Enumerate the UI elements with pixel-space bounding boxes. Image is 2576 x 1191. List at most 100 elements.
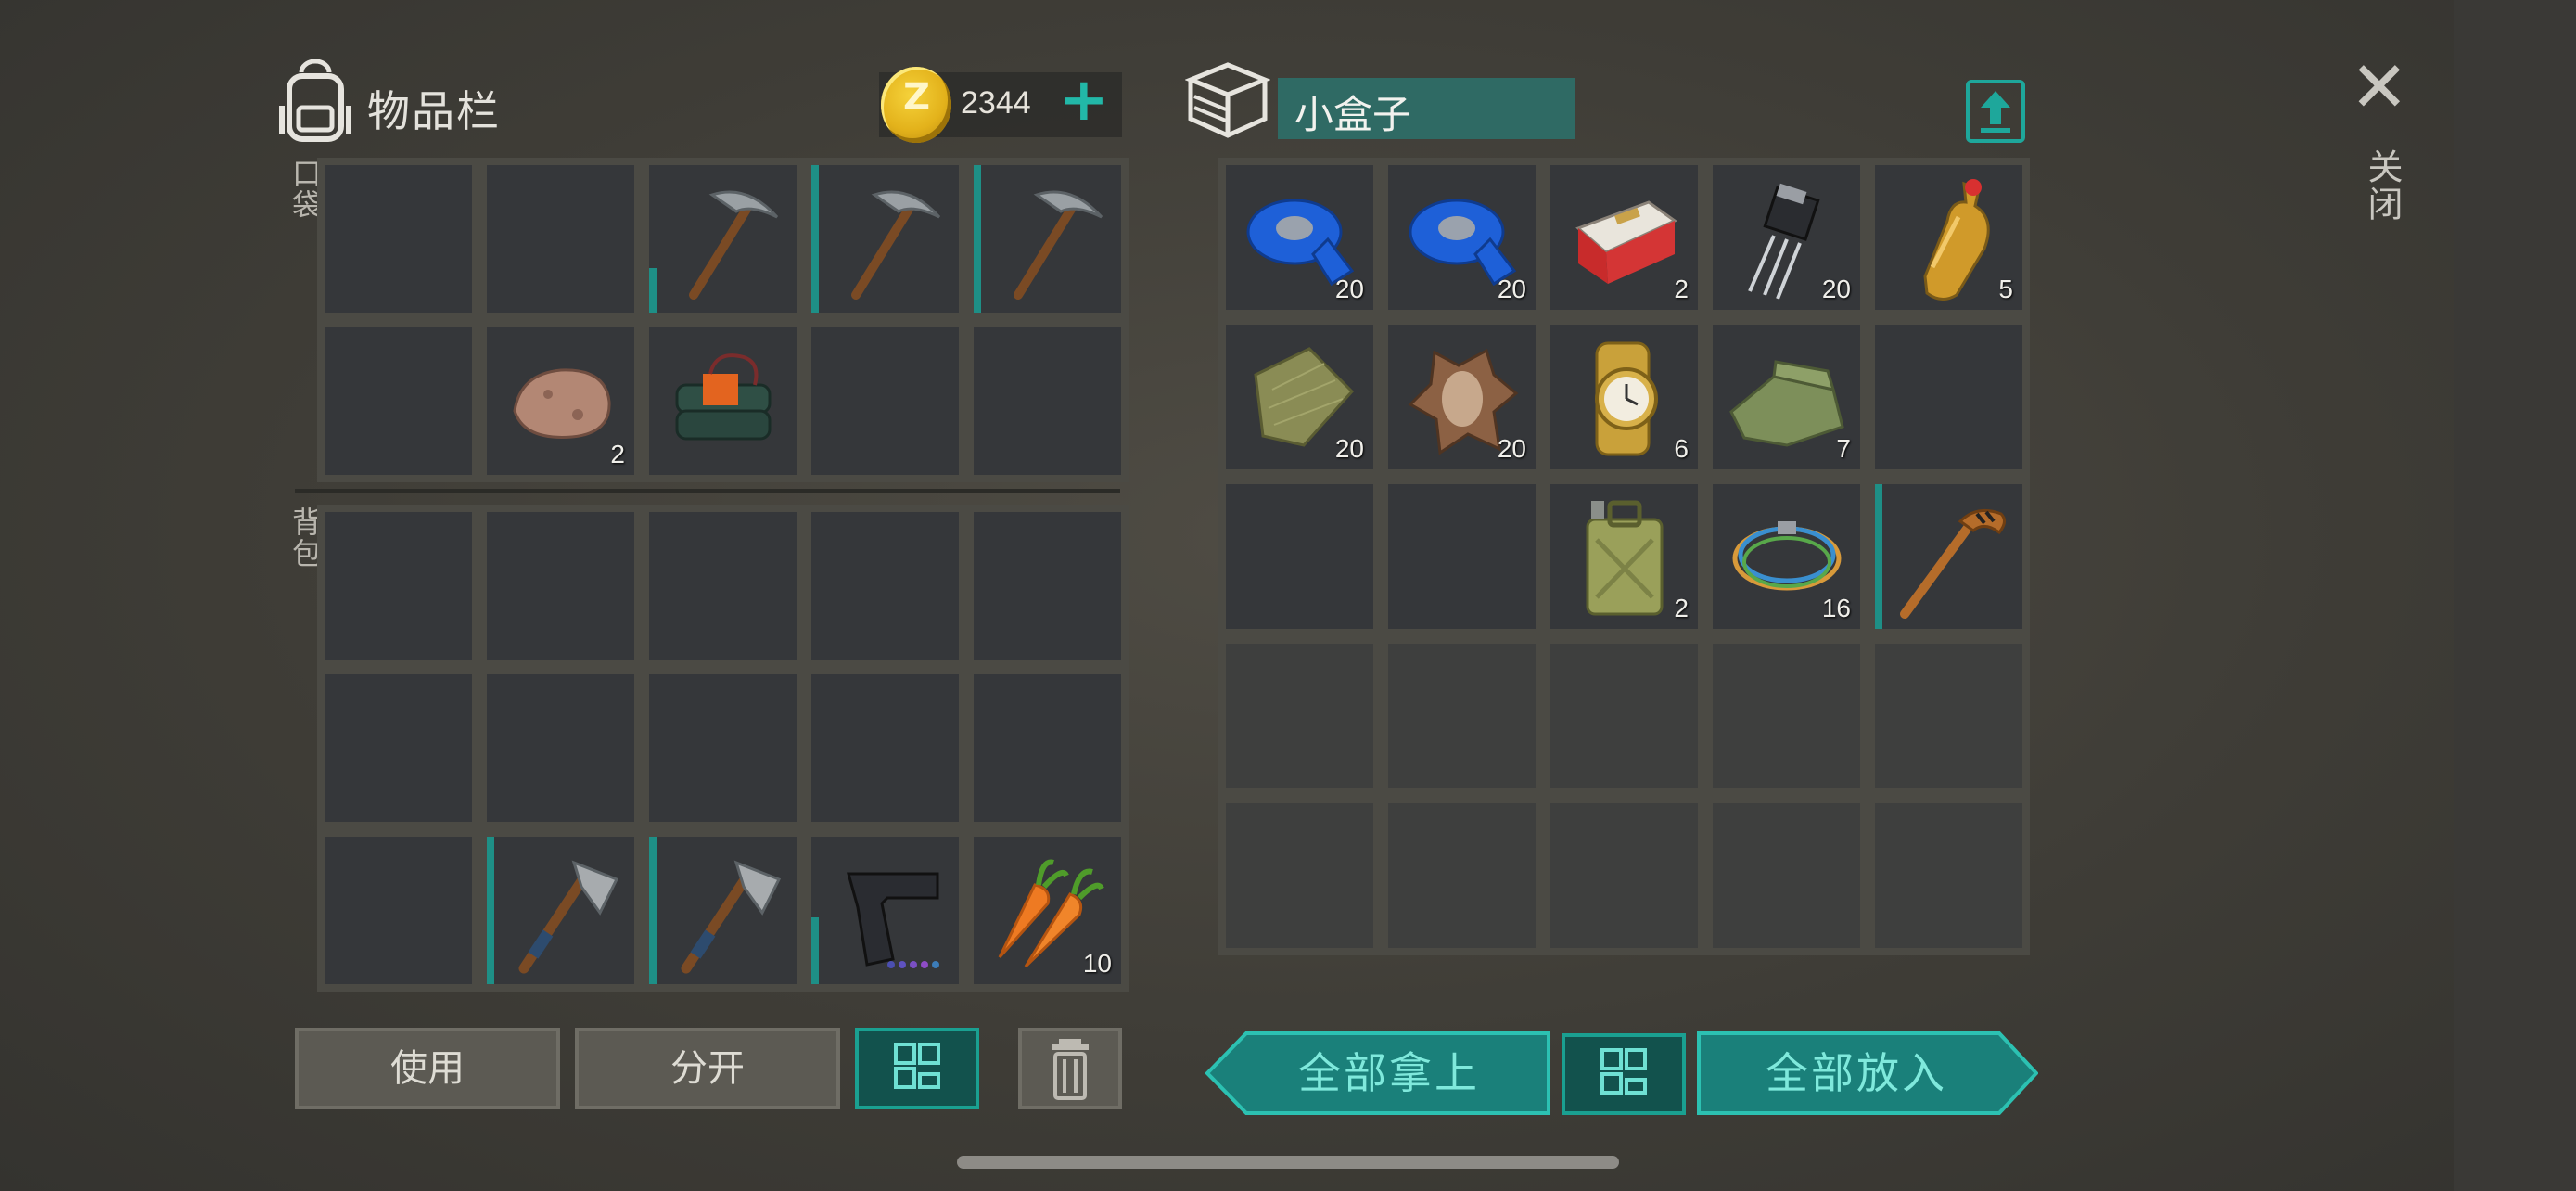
backpack-slot[interactable] [317,505,479,667]
container-slot[interactable] [1543,636,1705,796]
container-slot[interactable] [1381,796,1543,955]
pickaxe-icon [689,190,779,300]
durability-bar [1875,484,1882,629]
sort-icon [1600,1048,1647,1095]
take-all-button[interactable]: 全部拿上 [1205,1031,1550,1115]
trash-icon [1052,1039,1089,1100]
section-divider [295,489,1120,493]
durability-bar [649,268,657,313]
pocket-slot[interactable] [804,320,966,482]
coin-count: 2344 [961,85,1031,121]
container-slot[interactable]: 20 [1218,158,1381,317]
durability-bar [811,917,819,984]
close-icon[interactable]: ✕ [2350,52,2409,122]
pocket-slot[interactable] [642,158,804,320]
backpack-slot[interactable]: 10 [966,829,1129,992]
backpack-slot[interactable] [966,667,1129,829]
inventory-title: 物品栏 [367,86,501,136]
sort-inventory-button[interactable] [855,1028,979,1109]
backpack-slot[interactable] [804,829,966,992]
split-button[interactable]: 分开 [575,1028,840,1109]
container-slot[interactable] [1868,796,2030,955]
item-count: 2 [1674,275,1689,303]
pocket-slot[interactable] [966,320,1129,482]
durability-bar [487,837,494,984]
item-count: 2 [610,440,625,468]
backpack-slot[interactable] [642,667,804,829]
pickaxe-icon [1014,190,1103,300]
container-slot[interactable]: 20 [1218,317,1381,477]
pocket-slot[interactable] [642,320,804,482]
c4-explosive-icon [675,353,772,441]
home-indicator[interactable] [957,1156,1619,1169]
container-slot[interactable] [1543,796,1705,955]
container-slot[interactable] [1218,477,1381,636]
container-slot[interactable]: 20 [1381,158,1543,317]
use-button[interactable]: 使用 [295,1028,560,1109]
backpack-slot[interactable] [479,505,642,667]
item-count: 20 [1334,434,1364,463]
pocket-slot[interactable] [479,158,642,320]
container-slot[interactable] [1868,636,2030,796]
pocket-slot[interactable] [966,158,1129,320]
pocket-slot[interactable] [804,158,966,320]
container-slot[interactable] [1705,636,1868,796]
container-slot[interactable] [1868,477,2030,636]
box-icon [1185,62,1270,138]
container-slot[interactable]: 7 [1705,317,1868,477]
stone-icon [513,368,611,439]
trash-button[interactable] [1018,1028,1122,1109]
container-slot[interactable] [1218,636,1381,796]
item-count: 20 [1497,275,1526,303]
container-slot[interactable] [1218,796,1381,955]
take-all-label: 全部拿上 [1298,1048,1480,1098]
container-slot[interactable]: 5 [1868,158,2030,317]
fabric-icon [1729,360,1844,447]
container-slot[interactable]: 2 [1543,477,1705,636]
backpack-slot[interactable] [804,667,966,829]
container-slot[interactable]: 2 [1543,158,1705,317]
item-count: 20 [1334,275,1364,303]
backpack-slot[interactable] [804,505,966,667]
container-slot[interactable] [1868,317,2030,477]
add-coins-button[interactable]: + [1059,70,1109,130]
upload-button[interactable] [1966,80,2025,143]
pocket-slot[interactable]: 2 [479,320,642,482]
sort-container-button[interactable] [1562,1033,1686,1115]
container-slot[interactable]: 16 [1705,477,1868,636]
close-label[interactable]: 关闭 [2357,148,2408,223]
container-slot[interactable]: 20 [1381,317,1543,477]
backpack-grid: 10 [317,505,1129,992]
container-grid: 20 20 2 20 5 20 20 6 7 2 16 [1218,158,2030,983]
container-slot[interactable]: 20 [1705,158,1868,317]
item-count: 20 [1821,275,1851,303]
pickaxe-icon [851,190,941,300]
backpack-slot[interactable] [317,667,479,829]
gold-watch-icon [1595,341,1658,456]
pocket-slot[interactable] [317,320,479,482]
container-slot[interactable] [1381,636,1543,796]
backpack-slot[interactable] [642,505,804,667]
backpack-slot[interactable] [642,829,804,992]
item-count: 2 [1674,594,1689,622]
item-count: 7 [1836,434,1851,463]
backpack-slot[interactable] [966,505,1129,667]
container-slot[interactable] [1381,477,1543,636]
durability-bar [811,165,819,313]
container-slot[interactable] [1705,796,1868,955]
durability-bar [974,165,981,313]
hatchet-icon [518,860,619,974]
jerry-can-icon [1586,500,1664,616]
soda-bottle-icon [1923,179,1990,301]
hockey-stick-icon [1900,508,2006,619]
backpack-slot[interactable] [479,667,642,829]
hatchet-icon [681,860,782,974]
cigarette-pack-icon [1575,200,1677,284]
side-panel [2454,0,2576,1191]
backpack-slot[interactable] [479,829,642,992]
item-count: 10 [1082,949,1112,978]
pocket-slot[interactable] [317,158,479,320]
container-slot[interactable]: 6 [1543,317,1705,477]
backpack-slot[interactable] [317,829,479,992]
put-all-button[interactable]: 全部放入 [1697,1031,2038,1115]
